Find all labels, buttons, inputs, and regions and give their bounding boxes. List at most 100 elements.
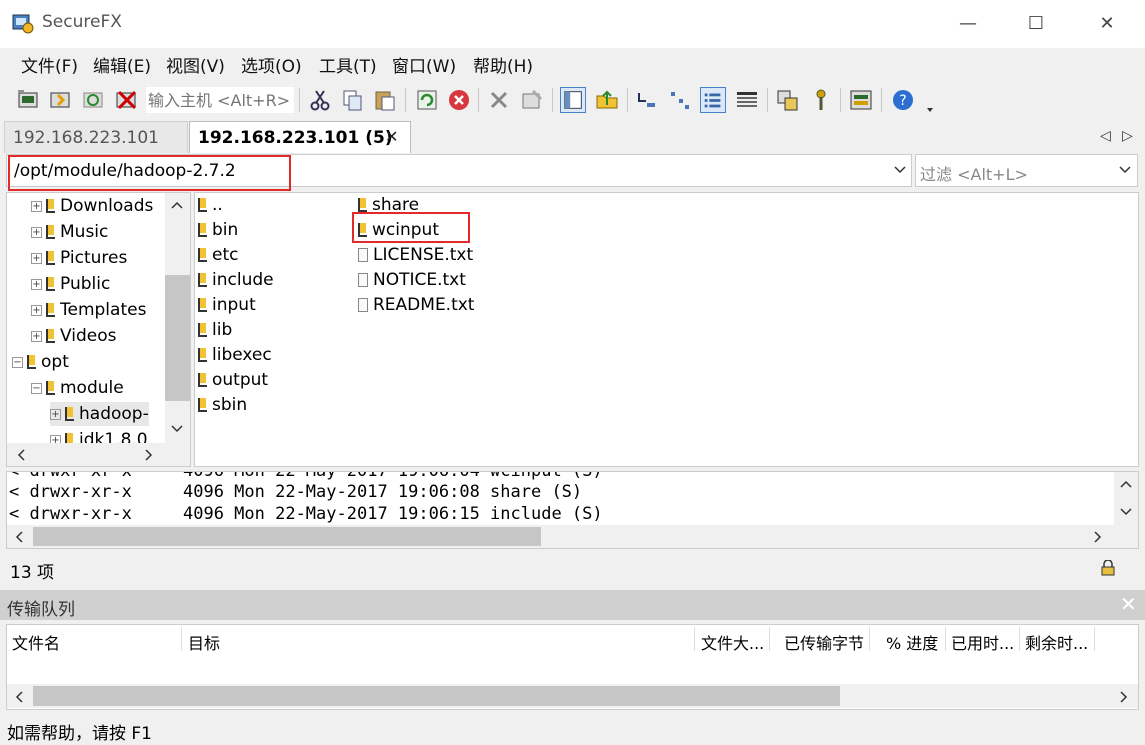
host-input[interactable] [146, 87, 294, 113]
menu-window[interactable]: 窗口(W) [392, 52, 456, 77]
list-item-sbin[interactable]: sbin [198, 393, 247, 418]
queue-scroll-thumb[interactable] [33, 686, 840, 706]
list-item-license[interactable]: LICENSE.txt [358, 243, 473, 268]
tree-view-icon[interactable] [560, 87, 586, 113]
path-dropdown-icon[interactable] [894, 166, 906, 174]
tree-item-templates[interactable]: + Templates [31, 298, 146, 322]
tree-item-downloads[interactable]: + Downloads [31, 194, 153, 218]
tree-item-module[interactable]: − module [31, 376, 124, 400]
tab-session-5[interactable]: 192.168.223.101 (5) [189, 121, 411, 153]
list-item-lib[interactable]: lib [198, 318, 232, 343]
list-item-output[interactable]: output [198, 368, 268, 393]
tab-session-2[interactable]: 192.168.223.101 (2) [4, 121, 188, 180]
collapse-icon[interactable]: − [12, 356, 23, 368]
column-header-remaining[interactable]: 剩余时... [1025, 630, 1088, 654]
menu-edit[interactable]: 编辑(E) [93, 52, 151, 77]
scroll-left-icon[interactable] [15, 531, 23, 543]
menu-options[interactable]: 选项(O) [241, 52, 302, 77]
filter-dropdown-icon[interactable] [1119, 166, 1131, 174]
large-icons-icon[interactable] [634, 87, 660, 113]
expand-icon[interactable]: + [31, 278, 42, 290]
column-header-progress[interactable]: % 进度 [886, 630, 938, 654]
properties-icon[interactable] [519, 87, 545, 113]
quick-connect-icon[interactable] [48, 87, 74, 113]
scroll-left-icon[interactable] [15, 691, 23, 703]
column-header-filesize[interactable]: 文件大... [701, 630, 764, 654]
key-icon[interactable] [808, 87, 834, 113]
log-scroll-thumb[interactable] [33, 527, 541, 546]
tree-item-videos[interactable]: + Videos [31, 324, 117, 348]
column-divider[interactable] [769, 627, 770, 651]
scroll-up-icon[interactable] [171, 201, 183, 209]
minimize-button[interactable]: — [953, 10, 983, 38]
parent-folder-icon[interactable] [594, 87, 620, 113]
column-header-bytes-transferred[interactable]: 已传输字节 [784, 630, 864, 654]
menu-view[interactable]: 视图(V) [166, 52, 225, 77]
list-item-notice[interactable]: NOTICE.txt [358, 268, 466, 293]
list-item-bin[interactable]: bin [198, 218, 238, 243]
disconnect-icon[interactable] [114, 87, 140, 113]
refresh-icon[interactable] [414, 87, 440, 113]
toolbar-overflow-icon[interactable] [924, 86, 936, 116]
tree-scroll-thumb[interactable] [165, 275, 190, 401]
tree-item-pictures[interactable]: + Pictures [31, 246, 127, 270]
menu-file[interactable]: 文件(F) [21, 52, 78, 77]
close-tab-icon[interactable]: ✕ [385, 127, 398, 146]
list-view-icon[interactable] [700, 87, 726, 113]
scroll-right-icon[interactable] [1120, 691, 1128, 703]
list-item-include[interactable]: include [198, 268, 274, 293]
list-item-libexec[interactable]: libexec [198, 343, 272, 368]
tree-item-hadoop[interactable]: + hadoop- [50, 402, 149, 426]
column-divider[interactable] [945, 627, 946, 651]
tab-prev-icon[interactable]: ◁ [1100, 128, 1111, 144]
scroll-down-icon[interactable] [1120, 508, 1132, 516]
scroll-down-icon[interactable] [171, 425, 183, 433]
scroll-up-icon[interactable] [1120, 480, 1132, 488]
expand-icon[interactable]: + [31, 330, 42, 342]
collapse-icon[interactable]: − [31, 382, 42, 394]
sync-icon[interactable] [775, 87, 801, 113]
scroll-right-icon[interactable] [145, 449, 153, 461]
column-header-filename[interactable]: 文件名 [12, 630, 60, 654]
paste-icon[interactable] [372, 87, 398, 113]
tree-item-music[interactable]: + Music [31, 220, 108, 244]
column-divider[interactable] [694, 627, 695, 651]
stop-icon[interactable] [446, 87, 472, 113]
expand-icon[interactable]: + [31, 200, 42, 212]
tab-next-icon[interactable]: ▷ [1122, 128, 1133, 144]
tree-horizontal-scrollbar[interactable] [7, 443, 190, 466]
list-item-parent-folder[interactable]: .. [198, 193, 223, 218]
list-item-input[interactable]: input [198, 293, 256, 318]
menu-tools[interactable]: 工具(T) [319, 52, 377, 77]
scroll-right-icon[interactable] [1094, 531, 1102, 543]
connect-icon[interactable] [16, 87, 42, 113]
tree-item-public[interactable]: + Public [31, 272, 110, 296]
maximize-button[interactable]: ☐ [1021, 10, 1051, 38]
session-manager-icon[interactable] [848, 87, 874, 113]
close-window-button[interactable]: ✕ [1092, 10, 1122, 38]
menu-help[interactable]: 帮助(H) [473, 52, 533, 77]
file-list[interactable] [194, 192, 1139, 467]
expand-icon[interactable]: + [31, 304, 42, 316]
scroll-left-icon[interactable] [17, 449, 25, 461]
column-divider[interactable] [869, 627, 870, 651]
expand-icon[interactable]: + [50, 408, 61, 420]
column-divider[interactable] [1094, 627, 1095, 651]
list-item-etc[interactable]: etc [198, 243, 238, 268]
column-header-elapsed[interactable]: 已用时... [951, 630, 1014, 654]
list-item-readme[interactable]: README.txt [358, 293, 474, 318]
folder-tree[interactable]: + Downloads + Music + Pictures + Public + Tem… [6, 192, 191, 467]
close-queue-icon[interactable]: ✕ [1120, 592, 1137, 616]
expand-icon[interactable]: + [31, 226, 42, 238]
help-icon[interactable]: ? [890, 87, 916, 113]
reconnect-icon[interactable] [81, 87, 107, 113]
tree-item-opt[interactable]: − opt [12, 350, 69, 374]
column-header-destination[interactable]: 目标 [188, 630, 220, 654]
small-icons-icon[interactable] [667, 87, 693, 113]
expand-icon[interactable]: + [31, 252, 42, 264]
cut-icon[interactable] [307, 87, 333, 113]
copy-icon[interactable] [340, 87, 366, 113]
column-divider[interactable] [1019, 627, 1020, 651]
details-view-icon[interactable] [734, 87, 760, 113]
column-divider[interactable] [181, 627, 182, 651]
